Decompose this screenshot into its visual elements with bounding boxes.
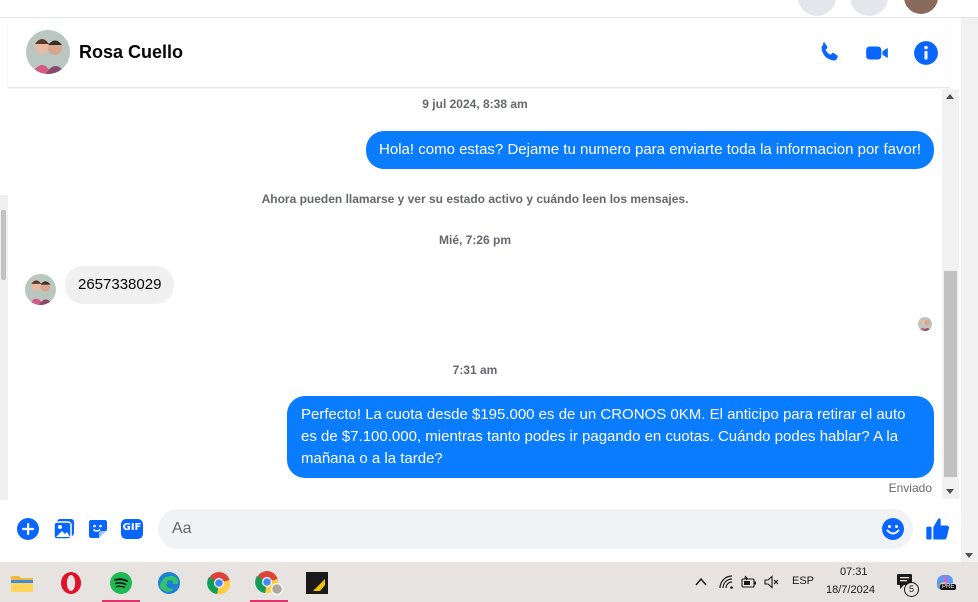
copilot-badge: PRE (940, 584, 957, 590)
battery-icon[interactable] (741, 574, 757, 590)
chevron-up-icon[interactable] (693, 574, 709, 590)
read-receipt-avatar (918, 317, 932, 331)
message-timestamp: 9 jul 2024, 8:38 am (422, 97, 528, 111)
phone-icon[interactable] (816, 40, 842, 66)
contact-avatar[interactable] (26, 30, 70, 74)
top-action-circle[interactable] (850, 0, 888, 16)
chat-scrollbar-thumb[interactable] (944, 271, 957, 477)
top-action-circle[interactable] (798, 0, 836, 16)
spotify-icon[interactable] (102, 566, 140, 602)
outgoing-message[interactable]: Perfecto! La cuota desde $195.000 es de … (287, 396, 934, 478)
language-indicator[interactable]: ESP (792, 575, 814, 587)
chrome-icon[interactable] (200, 566, 238, 600)
top-strip (0, 0, 978, 18)
contact-name[interactable]: Rosa Cuello (79, 42, 183, 63)
opera-icon[interactable] (52, 566, 90, 600)
chat-header: Rosa Cuello (8, 18, 950, 88)
clock-time[interactable]: 07:31 (840, 566, 868, 578)
taskbar: ESP 07:31 18/7/2024 5 PRE (0, 562, 978, 602)
gif-label: GIF (122, 522, 142, 533)
copilot-icon[interactable]: PRE (934, 572, 957, 592)
scroll-up-arrow-icon[interactable] (946, 94, 954, 99)
message-input[interactable] (158, 509, 913, 549)
gallery-icon[interactable] (52, 517, 76, 541)
notification-count-badge: 5 (904, 582, 919, 597)
left-scrollbar-thumb[interactable] (1, 210, 6, 280)
gif-icon[interactable]: GIF (120, 517, 144, 541)
video-camera-icon[interactable] (864, 40, 890, 66)
account-avatar[interactable] (902, 0, 940, 16)
plus-icon[interactable] (16, 517, 40, 541)
edge-icon[interactable] (150, 566, 188, 600)
sender-avatar[interactable] (25, 274, 56, 305)
thumbs-up-icon[interactable] (924, 515, 952, 543)
wifi-icon[interactable] (718, 574, 734, 590)
info-icon[interactable] (913, 40, 939, 66)
message-list[interactable]: 9 jul 2024, 8:38 am Hola! como estas? De… (8, 89, 942, 499)
scroll-down-arrow-icon[interactable] (965, 553, 973, 558)
incoming-message[interactable]: 2657338029 (65, 266, 175, 304)
sticky-app-icon[interactable] (298, 566, 336, 600)
chat-scrollbar[interactable] (942, 89, 959, 499)
message-composer: GIF (8, 500, 958, 560)
chrome-profile-icon[interactable] (250, 566, 288, 602)
file-explorer-icon[interactable] (3, 566, 41, 600)
page-scrollbar[interactable] (961, 18, 978, 562)
speaker-muted-icon[interactable] (764, 574, 780, 590)
sent-status: Enviado (888, 481, 932, 495)
outgoing-message[interactable]: Hola! como estas? Dejame tu numero para … (366, 131, 934, 169)
scroll-down-arrow-icon[interactable] (946, 489, 954, 494)
message-timestamp: Mié, 7:26 pm (438, 233, 512, 247)
emoji-icon[interactable] (881, 517, 905, 541)
sticker-icon[interactable] (86, 517, 110, 541)
clock-date[interactable]: 18/7/2024 (826, 584, 875, 596)
message-timestamp: 7:31 am (452, 363, 498, 377)
system-notice: Ahora pueden llamarse y ver su estado ac… (261, 192, 689, 206)
